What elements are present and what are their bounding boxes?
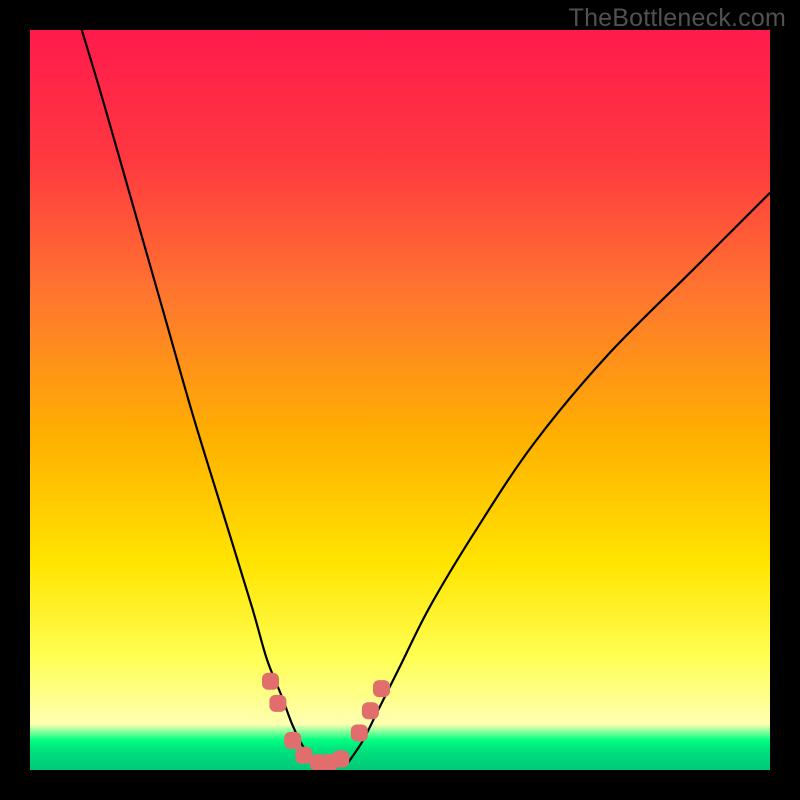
- left-branch-curve: [82, 30, 315, 763]
- marker-point: [269, 695, 286, 712]
- marker-point: [295, 747, 312, 764]
- plot-area: [30, 30, 770, 770]
- chart-frame: TheBottleneck.com: [0, 0, 800, 800]
- marker-point: [362, 702, 379, 719]
- watermark-label: TheBottleneck.com: [569, 4, 786, 33]
- marker-point: [373, 680, 390, 697]
- marker-point: [262, 673, 279, 690]
- markers-group: [262, 673, 390, 770]
- marker-point: [332, 750, 349, 767]
- marker-point: [351, 725, 368, 742]
- left-branch-path: [82, 30, 315, 763]
- right-branch-path: [348, 193, 770, 763]
- marker-point: [284, 732, 301, 749]
- right-branch-curve: [348, 193, 770, 763]
- curves-layer: [30, 30, 770, 770]
